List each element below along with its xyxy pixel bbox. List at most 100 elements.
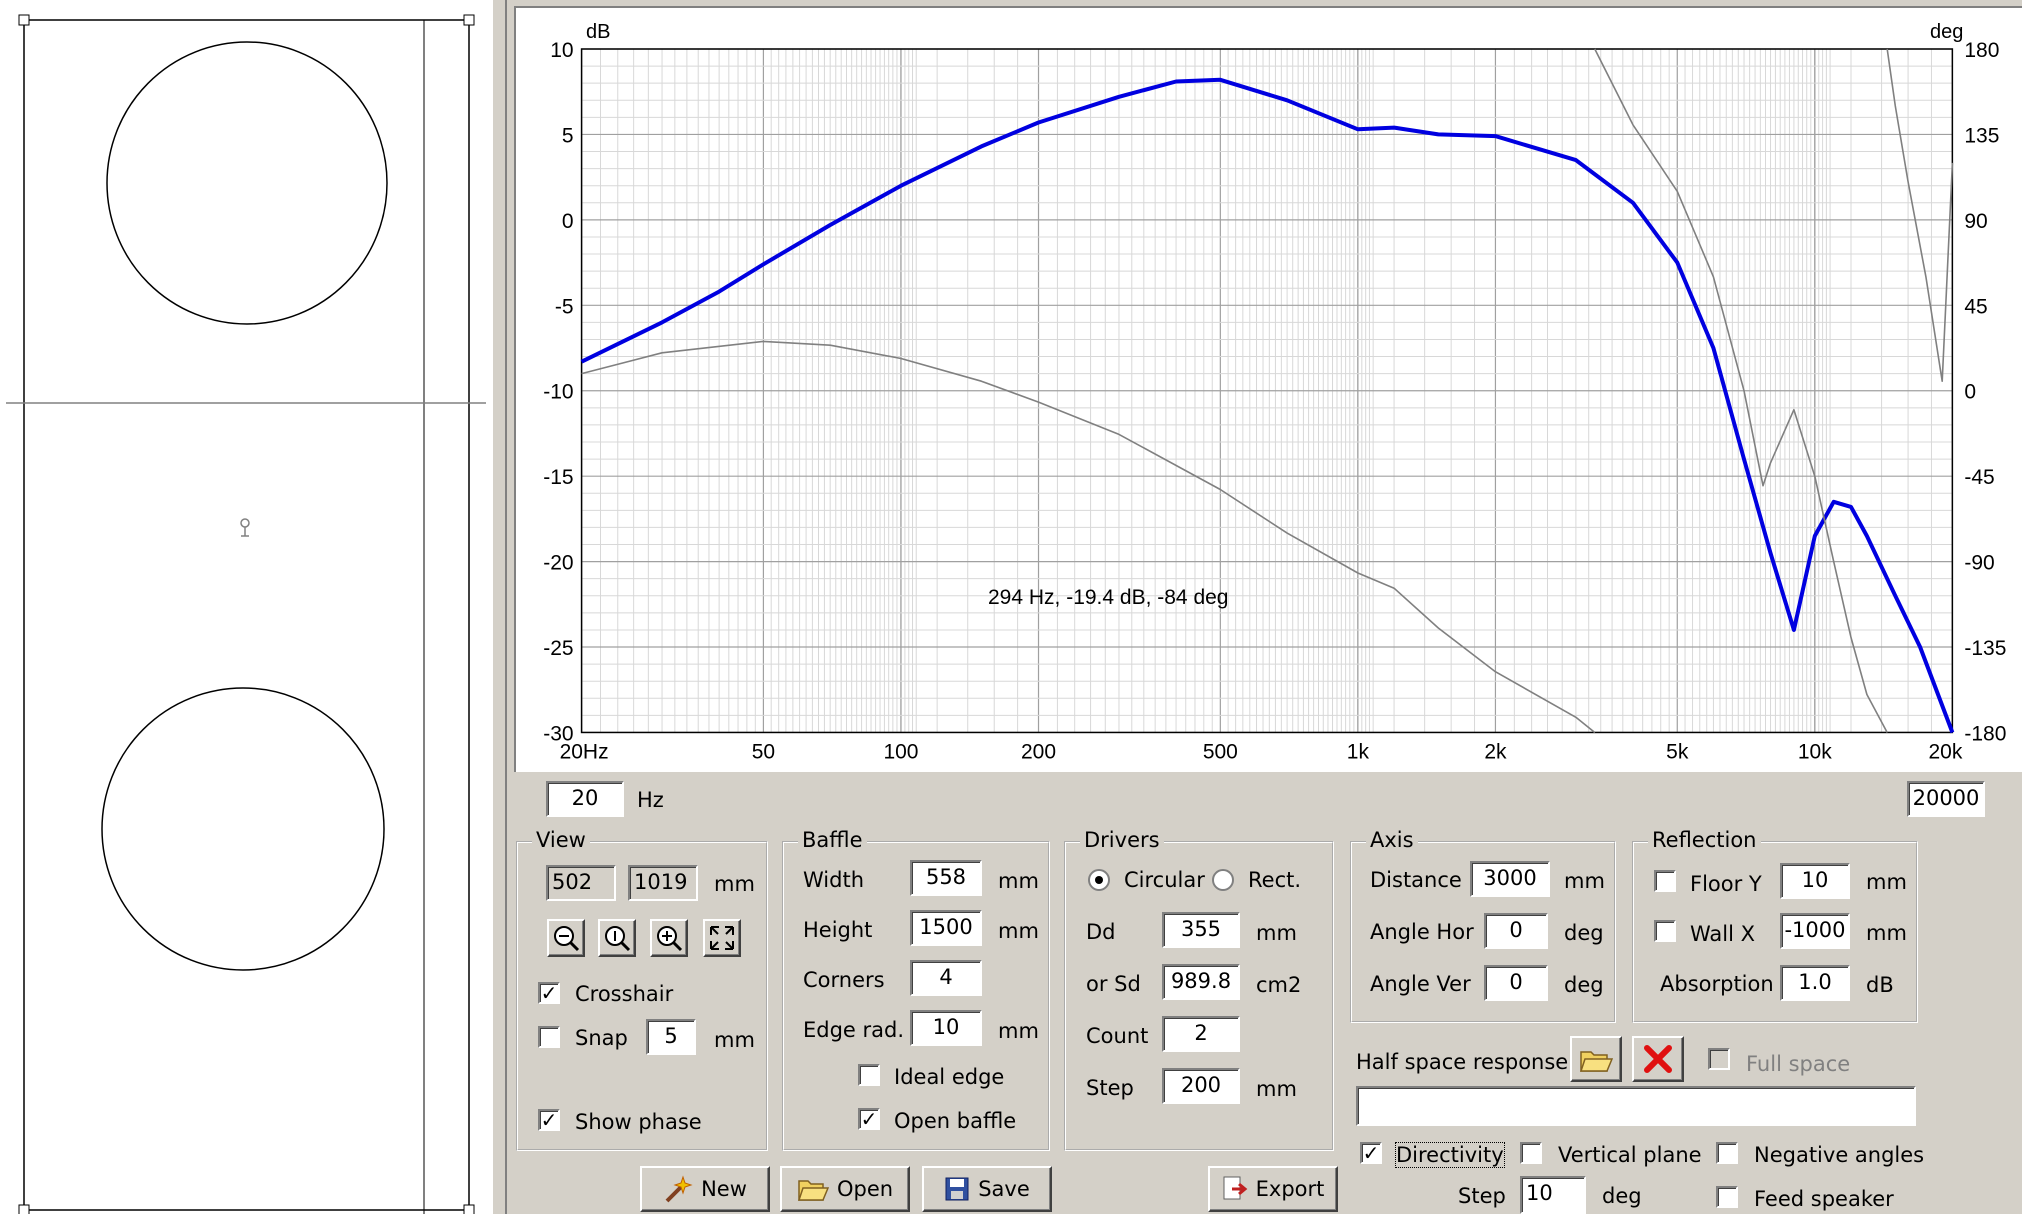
feed-speaker-checkbox[interactable] [1716,1186,1738,1208]
baffle-view[interactable] [0,0,494,1214]
fit-to-window-icon [710,926,734,950]
wall-unit: mm [1866,921,1907,945]
vertical-plane-checkbox[interactable] [1520,1142,1542,1164]
show-phase-checkbox[interactable]: ✓ [538,1109,560,1131]
feed-speaker-label: Feed speaker [1754,1187,1894,1211]
distance-input[interactable]: 3000 [1470,861,1550,897]
corners-label: Corners [803,968,885,992]
x-tick-label: 10k [1798,740,1832,763]
floppy-disk-icon [945,1177,969,1201]
clear-half-space-button[interactable] [1632,1036,1684,1082]
count-label: Count [1086,1024,1149,1048]
save-button-label: Save [978,1177,1030,1201]
absorption-label: Absorption [1660,972,1774,996]
angle-ver-unit: deg [1564,973,1604,997]
zoom-out-icon [554,926,580,952]
view-width-readout: 502 [546,865,616,901]
directivity-step-input[interactable]: 10 [1520,1176,1586,1214]
y-right-tick-label: 45 [1964,295,1987,318]
splitter[interactable] [492,0,507,1214]
save-button[interactable]: Save [922,1166,1052,1212]
axis-group-title: Axis [1366,828,1418,852]
dd-input[interactable]: 355 [1162,912,1240,948]
y-left-tick-label: -25 [543,637,573,660]
x-tick-label: 100 [883,740,918,763]
width-label: Width [803,868,865,892]
directivity-step-label: Step [1458,1184,1506,1208]
height-input[interactable]: 1500 [910,910,982,946]
x-tick-label: 50 [752,740,775,763]
y-right-unit: deg [1930,21,1963,43]
resize-handle[interactable] [18,14,30,26]
width-input[interactable]: 558 [910,860,982,896]
rect-label: Rect. [1248,868,1302,892]
zoom-out-button[interactable] [547,919,585,957]
directivity-step-unit: deg [1602,1184,1642,1208]
wall-checkbox[interactable] [1654,920,1676,942]
y-left-tick-label: -5 [555,295,574,318]
y-right-tick-label: -45 [1964,466,1994,489]
new-button-label: New [701,1177,747,1201]
zoom-reset-button[interactable] [598,919,636,957]
view-height-readout: 1019 [628,865,698,901]
zoom-fit-button[interactable] [703,919,741,957]
full-space-checkbox[interactable] [1708,1048,1730,1070]
y-left-tick-label: -10 [543,381,573,404]
open-button[interactable]: Open [780,1166,910,1212]
wall-label: Wall X [1690,922,1756,946]
snap-input[interactable]: 5 [646,1019,696,1055]
cursor-readout: 294 Hz, -19.4 dB, -84 deg [988,586,1229,609]
y-left-tick-label: -15 [543,466,573,489]
view-unit: mm [714,872,755,896]
driver-circle [101,687,385,971]
floor-checkbox[interactable] [1654,870,1676,892]
corners-input[interactable]: 4 [910,960,982,996]
wall-input[interactable]: -1000 [1780,913,1850,949]
x-tick-label: 200 [1021,740,1056,763]
circular-radio[interactable] [1088,869,1110,891]
max-frequency-input[interactable]: 20000 [1907,781,1985,817]
absorption-input[interactable]: 1.0 [1780,965,1850,1001]
x-tick-label: 5k [1666,740,1689,763]
min-frequency-input[interactable]: 20 [546,781,624,817]
phase-curve [581,340,1596,734]
step-input[interactable]: 200 [1162,1068,1240,1104]
resize-handle[interactable] [463,14,475,26]
height-unit: mm [998,919,1039,943]
circular-label: Circular [1124,868,1205,892]
resize-handle[interactable] [18,1204,30,1214]
crosshair-label: Crosshair [575,982,674,1006]
open-baffle-checkbox[interactable]: ✓ [858,1108,880,1130]
zoom-in-button[interactable] [650,919,688,957]
rect-radio[interactable] [1212,869,1234,891]
reflection-group-title: Reflection [1648,828,1761,852]
y-right-tick-label: -90 [1964,552,1994,575]
export-arrow-icon [1223,1176,1247,1200]
angle-hor-input[interactable]: 0 [1484,913,1548,949]
export-button[interactable]: Export [1208,1166,1338,1212]
x-tick-label: 20Hz [560,740,609,763]
step-label: Step [1086,1076,1134,1100]
ideal-edge-checkbox[interactable] [858,1064,880,1086]
snap-checkbox[interactable] [538,1026,560,1048]
floor-input[interactable]: 10 [1780,863,1850,899]
negative-angles-checkbox[interactable] [1716,1142,1738,1164]
absorption-unit: dB [1866,973,1894,997]
open-half-space-button[interactable] [1570,1036,1622,1082]
crosshair-checkbox[interactable]: ✓ [538,982,560,1004]
resize-handle[interactable] [463,1204,475,1214]
directivity-checkbox[interactable]: ✓ [1360,1142,1382,1164]
angle-ver-input[interactable]: 0 [1484,965,1548,1001]
floor-unit: mm [1866,870,1907,894]
distance-label: Distance [1370,868,1462,892]
y-right-tick-label: 90 [1964,210,1987,233]
half-space-file-field[interactable] [1356,1086,1916,1126]
x-tick-label: 20k [1929,740,1963,763]
count-input[interactable]: 2 [1162,1016,1240,1052]
y-right-tick-label: 180 [1964,39,1999,62]
sd-input[interactable]: 989.8 [1162,964,1240,1000]
new-button[interactable]: New [640,1166,770,1212]
response-chart[interactable]: 10 5 0 -5 -10 -15 -20 -25 -30 180 135 90 45 0 -45 -90 -1… [514,6,2022,772]
edge-radius-input[interactable]: 10 [910,1010,982,1046]
y-left-tick-label: 0 [562,210,574,233]
